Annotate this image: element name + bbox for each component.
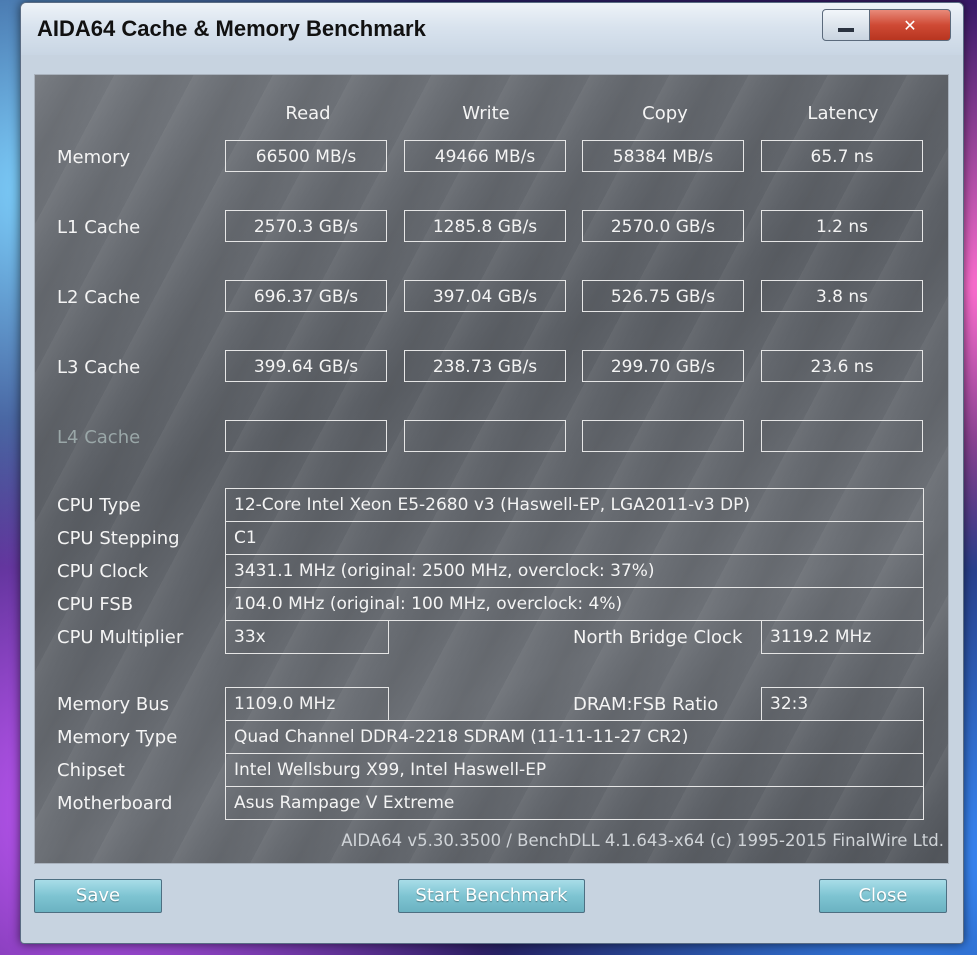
motherboard-value: Asus Rampage V Extreme [225, 786, 924, 820]
memory-type-value: Quad Channel DDR4-2218 SDRAM (11-11-11-2… [225, 720, 924, 754]
cpu-stepping-label: CPU Stepping [57, 528, 180, 549]
minimize-button[interactable] [822, 9, 870, 41]
memory-latency-value: 65.7 ns [761, 140, 923, 172]
l1-read-value: 2570.3 GB/s [225, 210, 387, 242]
cpu-multiplier-value: 33x [225, 620, 389, 654]
l4-read-value [225, 420, 387, 452]
dram-fsb-ratio-value: 32:3 [761, 687, 924, 721]
cpu-clock-value: 3431.1 MHz (original: 2500 MHz, overcloc… [225, 554, 924, 588]
window-title: AIDA64 Cache & Memory Benchmark [37, 16, 426, 41]
cpu-clock-label: CPU Clock [57, 561, 149, 582]
l3-write-value: 238.73 GB/s [404, 350, 566, 382]
version-footer: AIDA64 v5.30.3500 / BenchDLL 4.1.643-x64… [341, 831, 944, 850]
row-label-l2-cache: L2 Cache [57, 287, 141, 308]
cpu-stepping-value: C1 [225, 521, 924, 555]
motherboard-label: Motherboard [57, 793, 173, 814]
dram-fsb-ratio-label: DRAM:FSB Ratio [573, 694, 719, 715]
cpu-type-label: CPU Type [57, 495, 141, 516]
cpu-type-value: 12-Core Intel Xeon E5-2680 v3 (Haswell-E… [225, 488, 924, 522]
l4-copy-value [582, 420, 744, 452]
column-header-copy: Copy [642, 103, 688, 124]
l3-copy-value: 299.70 GB/s [582, 350, 744, 382]
north-bridge-clock-label: North Bridge Clock [573, 627, 743, 648]
l3-read-value: 399.64 GB/s [225, 350, 387, 382]
l1-latency-value: 1.2 ns [761, 210, 923, 242]
memory-write-value: 49466 MB/s [404, 140, 566, 172]
l3-latency-value: 23.6 ns [761, 350, 923, 382]
l2-copy-value: 526.75 GB/s [582, 280, 744, 312]
l1-write-value: 1285.8 GB/s [404, 210, 566, 242]
cpu-fsb-label: CPU FSB [57, 594, 134, 615]
start-benchmark-button[interactable]: Start Benchmark [398, 879, 585, 913]
cpu-multiplier-label: CPU Multiplier [57, 627, 184, 648]
memory-type-label: Memory Type [57, 727, 178, 748]
benchmark-window: AIDA64 Cache & Memory Benchmark ✕ Read W… [20, 2, 964, 944]
close-window-button[interactable]: ✕ [870, 9, 951, 41]
memory-bus-value: 1109.0 MHz [225, 687, 389, 721]
results-panel: Read Write Copy Latency Memory 66500 MB/… [34, 74, 949, 864]
chipset-label: Chipset [57, 760, 125, 781]
l4-write-value [404, 420, 566, 452]
l4-latency-value [761, 420, 923, 452]
memory-bus-label: Memory Bus [57, 694, 170, 715]
memory-copy-value: 58384 MB/s [582, 140, 744, 172]
chipset-value: Intel Wellsburg X99, Intel Haswell-EP [225, 753, 924, 787]
row-label-memory: Memory [57, 147, 131, 168]
title-bar[interactable]: AIDA64 Cache & Memory Benchmark ✕ [21, 3, 963, 55]
column-header-latency: Latency [807, 103, 879, 124]
l2-write-value: 397.04 GB/s [404, 280, 566, 312]
cpu-fsb-value: 104.0 MHz (original: 100 MHz, overclock:… [225, 587, 924, 621]
minimize-icon [838, 28, 854, 32]
column-header-read: Read [285, 103, 331, 124]
close-button[interactable]: Close [819, 879, 947, 913]
row-label-l1-cache: L1 Cache [57, 217, 141, 238]
save-button[interactable]: Save [34, 879, 162, 913]
l1-copy-value: 2570.0 GB/s [582, 210, 744, 242]
north-bridge-clock-value: 3119.2 MHz [761, 620, 924, 654]
column-header-write: Write [462, 103, 510, 124]
row-label-l3-cache: L3 Cache [57, 357, 141, 378]
row-label-l4-cache: L4 Cache [57, 427, 141, 448]
window-controls: ✕ [822, 9, 951, 41]
memory-read-value: 66500 MB/s [225, 140, 387, 172]
l2-read-value: 696.37 GB/s [225, 280, 387, 312]
close-icon: ✕ [903, 15, 917, 35]
l2-latency-value: 3.8 ns [761, 280, 923, 312]
